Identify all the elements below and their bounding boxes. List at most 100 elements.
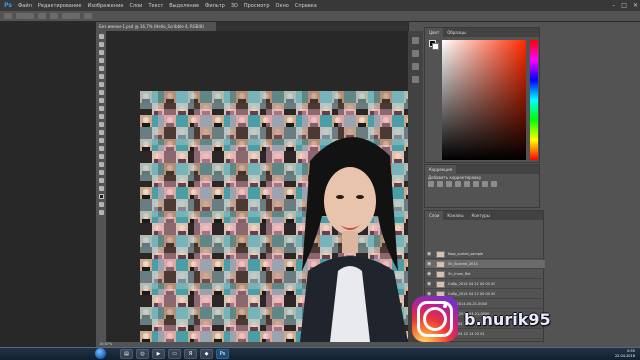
- vibrance-icon[interactable]: [464, 181, 470, 187]
- system-tray-clock[interactable]: 0:55 22.04.2016: [615, 349, 635, 359]
- gradient-tool-icon[interactable]: [98, 122, 104, 127]
- paragraph-panel-icon[interactable]: [412, 76, 419, 83]
- tab-swatches[interactable]: Образцы: [443, 28, 470, 37]
- shape-tool-icon[interactable]: [98, 170, 104, 175]
- zoom-tool-icon[interactable]: [98, 186, 104, 191]
- browser-taskbar-icon[interactable]: ◎: [136, 349, 149, 359]
- properties-panel-icon[interactable]: [412, 50, 419, 57]
- menu-type[interactable]: Текст: [148, 3, 163, 9]
- history-brush-tool-icon[interactable]: [98, 106, 104, 111]
- color-balance-icon[interactable]: [482, 181, 488, 187]
- app-taskbar-icon[interactable]: ◆: [200, 349, 213, 359]
- marquee-tool-icon[interactable]: [98, 42, 104, 47]
- dodge-tool-icon[interactable]: [98, 138, 104, 143]
- menu-3d[interactable]: 3D: [231, 3, 238, 9]
- brightness-icon[interactable]: [428, 181, 434, 187]
- layer-name: Собр_2014 04 22 00 00 00: [448, 282, 496, 286]
- menu-window[interactable]: Окно: [276, 3, 289, 9]
- media-taskbar-icon[interactable]: ▶: [152, 349, 165, 359]
- levels-icon[interactable]: [437, 181, 443, 187]
- history-panel-icon[interactable]: [412, 37, 419, 44]
- menu-view[interactable]: Просмотр: [244, 3, 270, 9]
- black-white-icon[interactable]: [491, 181, 497, 187]
- curves-icon[interactable]: [446, 181, 452, 187]
- maximize-icon[interactable]: □: [621, 2, 627, 9]
- close-icon[interactable]: ✕: [633, 2, 638, 9]
- eye-icon[interactable]: ◉: [427, 271, 433, 277]
- zoom-level[interactable]: 16,67%: [99, 342, 112, 346]
- layer-thumbnail: [436, 280, 445, 288]
- eye-icon[interactable]: ◉: [427, 261, 433, 267]
- screen-mode-icon[interactable]: [98, 210, 104, 215]
- background-swatch[interactable]: [432, 43, 439, 50]
- tab-adjustments[interactable]: Коррекция: [425, 165, 456, 174]
- layer-thumbnail: [436, 270, 445, 278]
- option-control[interactable]: [84, 13, 92, 19]
- option-control[interactable]: [16, 13, 34, 19]
- tab-paths[interactable]: Контуры: [467, 211, 493, 220]
- move-tool-icon[interactable]: [98, 34, 104, 39]
- layer-row[interactable]: ◉ Sh_Invar_Rot: [425, 270, 545, 279]
- menu-bar: Ps Файл Редактирование Изображение Слои …: [0, 0, 640, 11]
- folder-taskbar-icon[interactable]: ▭: [168, 349, 181, 359]
- layer-name: Sh_Scanne_2014: [448, 262, 478, 266]
- hue-slider[interactable]: [530, 40, 538, 160]
- menu-file[interactable]: Файл: [18, 3, 32, 9]
- document-tab[interactable]: Без имени-1.psd @ 16,7% (Hello_Scribble …: [96, 22, 216, 31]
- option-control[interactable]: [62, 13, 80, 19]
- menu-filter[interactable]: Фильтр: [205, 3, 225, 9]
- option-control[interactable]: [50, 13, 58, 19]
- type-tool-icon[interactable]: [98, 154, 104, 159]
- eye-icon[interactable]: ◉: [427, 251, 433, 257]
- lasso-tool-icon[interactable]: [98, 50, 104, 55]
- stamp-tool-icon[interactable]: [98, 98, 104, 103]
- brush-tool-icon[interactable]: [98, 90, 104, 95]
- clock-date: 22.04.2016: [614, 354, 635, 358]
- tools-panel: [96, 31, 107, 342]
- photoshop-taskbar-icon[interactable]: Ps: [216, 349, 229, 359]
- document-canvas[interactable]: [140, 91, 408, 342]
- portrait-photo: [300, 137, 408, 342]
- menu-edit[interactable]: Редактирование: [38, 3, 82, 9]
- layer-row[interactable]: ◉ Now_scaled_sample: [425, 250, 545, 259]
- tab-color[interactable]: Цвет: [425, 28, 444, 37]
- photoshop-logo: Ps: [4, 2, 12, 9]
- explorer-taskbar-icon[interactable]: ▤: [120, 349, 133, 359]
- color-picker-field[interactable]: [442, 40, 526, 160]
- menu-image[interactable]: Изображение: [87, 3, 123, 9]
- blur-tool-icon[interactable]: [98, 130, 104, 135]
- option-control[interactable]: [38, 13, 46, 19]
- character-panel-icon[interactable]: [412, 63, 419, 70]
- path-select-tool-icon[interactable]: [98, 162, 104, 167]
- eyedropper-tool-icon[interactable]: [98, 74, 104, 79]
- eraser-tool-icon[interactable]: [98, 114, 104, 119]
- yandex-taskbar-icon[interactable]: Я: [184, 349, 197, 359]
- hue-saturation-icon[interactable]: [473, 181, 479, 187]
- tab-layers[interactable]: Слои: [425, 211, 444, 220]
- start-button-icon[interactable]: [95, 348, 106, 359]
- foreground-color-icon[interactable]: [98, 194, 104, 199]
- tab-channels[interactable]: Каналы: [443, 211, 467, 220]
- hand-tool-icon[interactable]: [98, 178, 104, 183]
- layer-name: Sh_Invar_Rot: [448, 272, 471, 276]
- menu-layers[interactable]: Слои: [129, 3, 142, 9]
- instagram-handle: b.nurik95: [464, 309, 551, 329]
- layer-thumbnail: [436, 260, 445, 268]
- minimize-icon[interactable]: –: [612, 2, 615, 9]
- layer-row[interactable]: ◉ Sh_Scanne_2014: [425, 260, 545, 269]
- eye-icon[interactable]: ◉: [427, 281, 433, 287]
- layer-row[interactable]: ◉ Собр_2014 04 22 00 00 00: [425, 280, 545, 289]
- quick-select-tool-icon[interactable]: [98, 58, 104, 63]
- crop-tool-icon[interactable]: [98, 66, 104, 71]
- exposure-icon[interactable]: [455, 181, 461, 187]
- menu-help[interactable]: Справка: [295, 3, 317, 9]
- instagram-logo-icon: [412, 296, 458, 342]
- layer-name: Now_scaled_sample: [448, 252, 484, 256]
- menu-select[interactable]: Выделение: [169, 3, 199, 9]
- document-tabs: Без имени-1.psd @ 16,7% (Hello_Scribble …: [96, 22, 408, 31]
- fg-bg-swatches[interactable]: [429, 40, 439, 50]
- pen-tool-icon[interactable]: [98, 146, 104, 151]
- tool-preset-icon[interactable]: [4, 13, 12, 19]
- quick-mask-icon[interactable]: [98, 202, 104, 207]
- healing-tool-icon[interactable]: [98, 82, 104, 87]
